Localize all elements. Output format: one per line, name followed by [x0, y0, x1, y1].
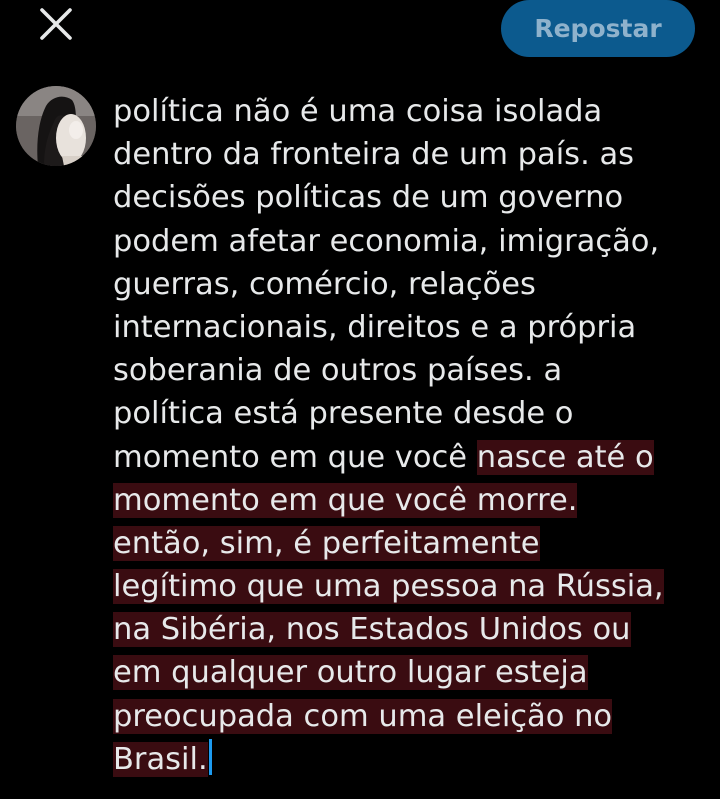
- compose-text-line: podem afetar economia, imigração,: [113, 220, 713, 263]
- compose-text-line: em qualquer outro lugar esteja: [113, 651, 713, 694]
- compose-text-plain: momento em que você: [113, 439, 477, 475]
- avatar-image: [16, 86, 96, 166]
- repost-button[interactable]: Repostar: [501, 0, 695, 57]
- compose-text-highlighted: na Sibéria, nos Estados Unidos ou: [113, 612, 631, 648]
- compose-text-highlighted: nasce até o: [476, 439, 654, 475]
- text-caret: [208, 738, 212, 775]
- compose-text-line: política está presente desde o: [113, 392, 713, 435]
- compose-header: Repostar: [0, 0, 720, 64]
- compose-text-line: na Sibéria, nos Estados Unidos ou: [113, 608, 713, 651]
- compose-text-highlighted: então, sim, é perfeitamente: [113, 525, 540, 561]
- compose-text-plain: dentro da fronteira de um país. as: [113, 137, 635, 173]
- compose-text-line: então, sim, é perfeitamente: [113, 522, 713, 565]
- compose-text-line: internacionais, direitos e a própria: [113, 306, 713, 349]
- compose-text-plain: decisões políticas de um governo: [113, 180, 624, 216]
- compose-text-highlighted: momento em que você morre.: [113, 482, 578, 518]
- compose-text-plain: guerras, comércio, relações: [113, 266, 536, 302]
- avatar: [16, 86, 96, 166]
- compose-text-line: momento em que você nasce até o: [113, 436, 713, 479]
- compose-text-line: decisões políticas de um governo: [113, 176, 713, 219]
- compose-text-line: momento em que você morre.: [113, 479, 713, 522]
- compose-text-highlighted: preocupada com uma eleição no: [113, 698, 613, 734]
- compose-text-line: preocupada com uma eleição no: [113, 695, 713, 738]
- compose-text-line: guerras, comércio, relações: [113, 263, 713, 306]
- close-button[interactable]: [34, 4, 78, 44]
- compose-text-plain: internacionais, direitos e a própria: [113, 309, 637, 345]
- compose-text-line: legítimo que uma pessoa na Rússia,: [113, 565, 713, 608]
- compose-text-plain: podem afetar economia, imigração,: [113, 223, 660, 259]
- compose-text-highlighted: em qualquer outro lugar esteja: [113, 655, 588, 691]
- compose-text-highlighted: Brasil.: [113, 741, 208, 777]
- compose-text-area[interactable]: política não é uma coisa isolada dentro d…: [113, 90, 713, 781]
- compose-text-line: dentro da fronteira de um país. as: [113, 133, 713, 176]
- close-icon: [40, 8, 72, 40]
- compose-text-plain: política não é uma coisa isolada: [113, 94, 603, 129]
- compose-text-line: política não é uma coisa isolada: [113, 90, 713, 133]
- compose-text-line: soberania de outros países. a: [113, 349, 713, 392]
- compose-text-highlighted: legítimo que uma pessoa na Rússia,: [113, 569, 664, 605]
- compose-text-plain: soberania de outros países. a: [113, 353, 563, 389]
- compose-text-plain: política está presente desde o: [113, 396, 574, 432]
- compose-text-line: Brasil.: [113, 738, 713, 781]
